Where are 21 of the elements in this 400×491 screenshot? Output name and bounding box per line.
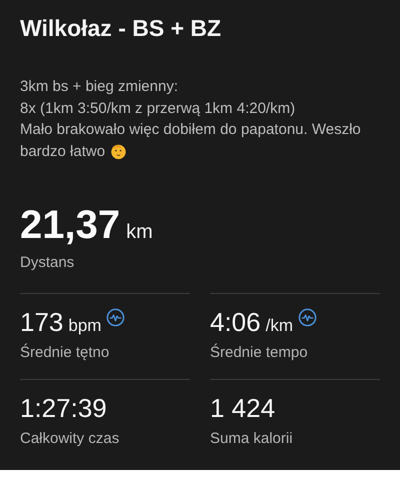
chart-icon[interactable] [298, 308, 317, 327]
distance-unit: km [126, 221, 153, 244]
description-line: Mało brakowało więc dobiłem do papatonu. Weszło [20, 120, 362, 140]
stat-label: Suma kalorii [210, 430, 294, 447]
description-line: 3km bs + bieg zmienny: [20, 77, 179, 97]
stat-label: Średnie tempo [210, 344, 309, 361]
stat-value: 1:27:39 [20, 392, 107, 424]
description-line: 8x (1km 3:50/km z przerwą 1km 4:20/km) [20, 98, 296, 118]
stat-label: Całkowity czas [20, 430, 120, 447]
stat-unit: bpm [68, 316, 102, 336]
stat-value: 173 [20, 306, 64, 338]
stat-unit: /km [266, 316, 293, 336]
stat-label: Średnie tętno [20, 344, 110, 361]
stat-value: 1 424 [210, 392, 276, 424]
description-line: bardzo łatwo [20, 142, 106, 162]
stat-value: 4:06 [210, 306, 261, 338]
distance-value: 21,37 [20, 202, 120, 248]
chart-icon[interactable] [106, 308, 126, 327]
activity-title: Wilkołaz - BS + BZ [20, 14, 222, 42]
smiley-icon [110, 142, 128, 160]
distance-label: Dystans [20, 254, 76, 271]
